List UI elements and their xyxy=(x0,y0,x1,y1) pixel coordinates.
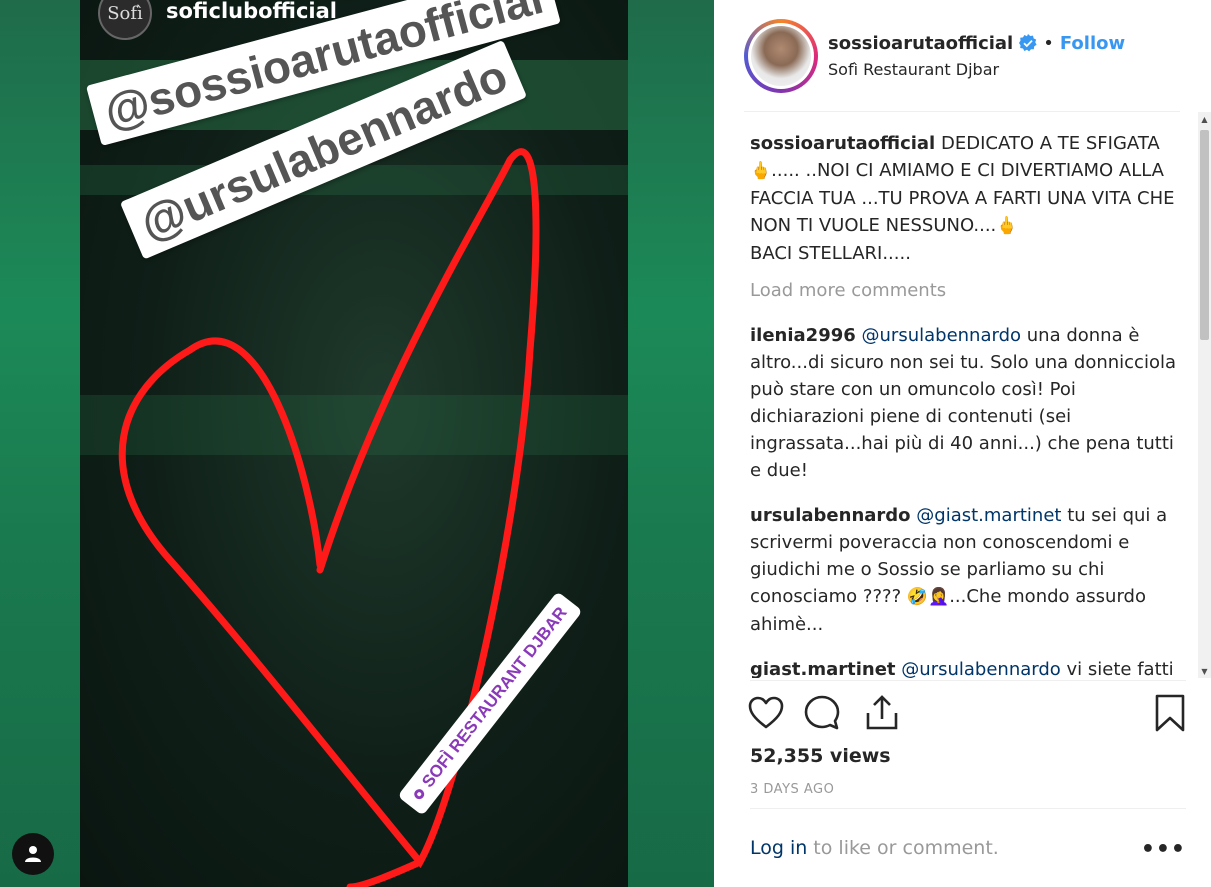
share-icon xyxy=(866,695,898,730)
profile-button[interactable] xyxy=(12,833,54,875)
middle-finger-emoji: 🖕 xyxy=(750,161,772,181)
post-media[interactable]: Sofì soficlubofficial @sossioarutaoffici… xyxy=(0,0,714,887)
comment-text: una donna è altro...di sicuro non sei tu… xyxy=(750,325,1176,481)
comment-button[interactable] xyxy=(802,693,842,733)
caption-text: ..... ..NOI CI AMIAMO E CI DIVERTIAMO AL… xyxy=(750,160,1175,236)
verified-badge-icon xyxy=(1019,34,1037,52)
comment-username[interactable]: ilenia2996 xyxy=(750,325,856,346)
scroll-up-icon[interactable]: ▲ xyxy=(1198,112,1211,126)
comment-mention[interactable]: @ursulabennardo xyxy=(862,325,1022,346)
comment-icon xyxy=(804,695,840,730)
caption: sossioarutaofficial DEDICATO A TE SFIGAT… xyxy=(750,130,1184,267)
scroll-down-icon[interactable]: ▼ xyxy=(1198,664,1211,678)
comments-list[interactable]: sossioarutaofficial DEDICATO A TE SFIGAT… xyxy=(750,112,1184,678)
middle-finger-emoji: 🖕 xyxy=(996,216,1018,236)
login-prompt: Log in to like or comment. ••• xyxy=(750,808,1186,887)
facepalm-emoji: 🤦‍♀️ xyxy=(928,587,950,607)
more-options-button[interactable]: ••• xyxy=(1141,837,1186,862)
comment: ilenia2996 @ursulabennardo una donna è a… xyxy=(750,322,1184,484)
story-screenshot: Sofì soficlubofficial @sossioarutaoffici… xyxy=(80,0,628,887)
caption-text: BACI STELLARI..... xyxy=(750,243,911,264)
view-count[interactable]: 52,355 views xyxy=(750,745,891,767)
login-link[interactable]: Log in xyxy=(750,837,807,859)
post-username[interactable]: sossioarutaofficial xyxy=(828,33,1013,54)
comments-scrollbar[interactable]: ▲ ▼ xyxy=(1198,112,1211,678)
comment-username[interactable]: giast.martinet xyxy=(750,659,896,678)
comment-mention[interactable]: @ursulabennardo xyxy=(901,659,1061,678)
share-button[interactable] xyxy=(862,693,902,733)
comment-username[interactable]: ursulabennardo xyxy=(750,505,911,526)
caption-text: DEDICATO A TE SFIGATA xyxy=(940,133,1160,154)
load-more-comments[interactable]: Load more comments xyxy=(750,277,1184,304)
post-location[interactable]: Sofì Restaurant Djbar xyxy=(828,60,1125,79)
scroll-thumb[interactable] xyxy=(1200,130,1209,340)
post-timestamp[interactable]: 3 DAYS AGO xyxy=(750,782,834,797)
save-button[interactable] xyxy=(1150,693,1190,733)
caption-username[interactable]: sossioarutaofficial xyxy=(750,133,935,154)
location-pin-icon xyxy=(412,787,427,802)
follow-button[interactable]: Follow xyxy=(1060,33,1125,54)
login-prompt-text: to like or comment. xyxy=(813,837,999,859)
separator: • xyxy=(1043,32,1054,54)
post-actions: 52,355 views 3 DAYS AGO xyxy=(748,680,1186,797)
post-header: sossioarutaofficial • Follow Sofì Restau… xyxy=(744,0,1180,112)
comment-mention[interactable]: @giast.martinet xyxy=(916,505,1061,526)
heart-icon xyxy=(748,696,784,729)
like-button[interactable] xyxy=(746,693,786,733)
profile-icon xyxy=(25,846,41,862)
post-sidebar: sossioarutaofficial • Follow Sofì Restau… xyxy=(714,0,1211,887)
comment: ursulabennardo @giast.martinet tu sei qu… xyxy=(750,502,1184,638)
laughing-emoji: 🤣 xyxy=(906,587,929,607)
comment: giast.martinet @ursulabennardo vi siete … xyxy=(750,656,1184,678)
bookmark-icon xyxy=(1155,694,1185,732)
avatar[interactable] xyxy=(744,18,818,93)
